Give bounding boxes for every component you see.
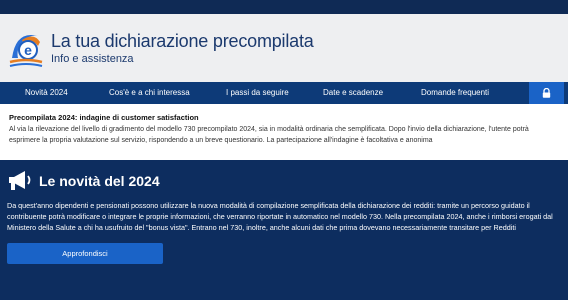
news-section: Le novità del 2024 Da quest'anno dipende… [0,160,568,300]
nav-item-novita[interactable]: Novità 2024 [25,88,68,97]
nav-item-date[interactable]: Date e scadenze [323,88,383,97]
news-header: Le novità del 2024 [7,170,160,192]
agenzia-entrate-logo-icon[interactable]: e [8,28,44,68]
svg-text:e: e [24,42,32,58]
login-button[interactable] [529,82,564,104]
news-text: Da quest'anno dipendenti e pensionati po… [7,201,553,232]
news-title: Le novità del 2024 [39,173,160,189]
top-strip [0,0,568,14]
nav-item-cose[interactable]: Cos'è e a chi interessa [109,88,190,97]
nav-item-faq[interactable]: Domande frequenti [421,88,489,97]
notice-text: Al via la rilevazione del livello di gra… [9,126,529,144]
approfondisci-button[interactable]: Approfondisci [7,243,163,264]
page-title: La tua dichiarazione precompilata [51,31,314,51]
notice-title: Precompilata 2024: indagine di customer … [9,113,199,122]
site-header: e La tua dichiarazione precompilata Info… [0,14,568,82]
page-subtitle: Info e assistenza [51,53,134,65]
lock-icon [542,88,551,98]
nav-item-passi[interactable]: I passi da seguire [226,88,289,97]
main-nav: Novità 2024 Cos'è e a chi interessa I pa… [0,82,568,104]
customer-satisfaction-notice: Precompilata 2024: indagine di customer … [0,104,568,160]
megaphone-icon [9,171,31,190]
